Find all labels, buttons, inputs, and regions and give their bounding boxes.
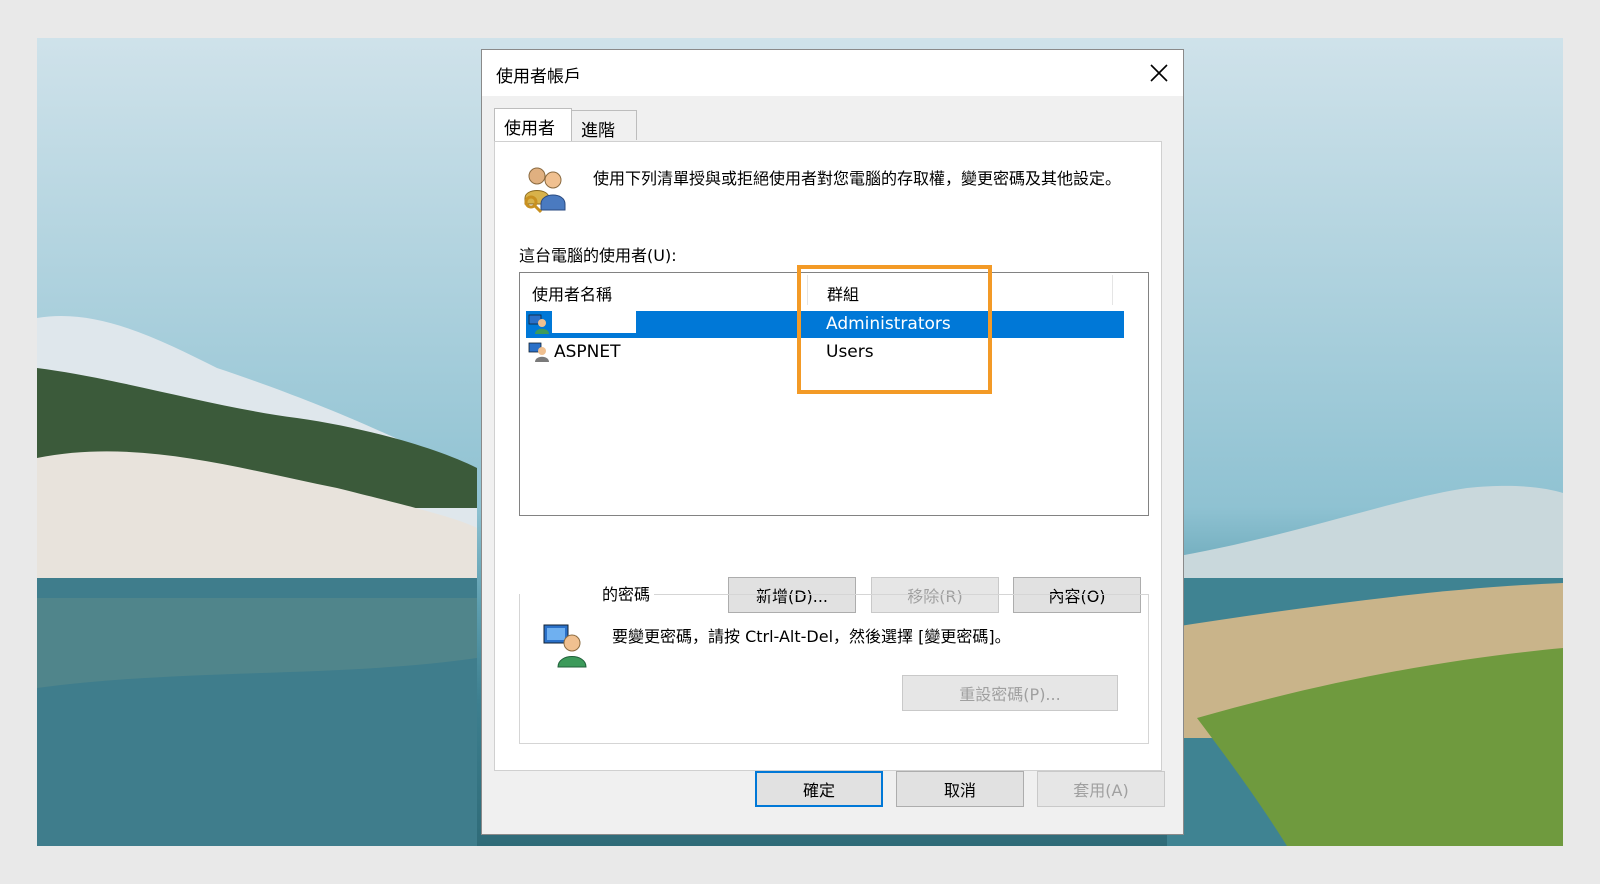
user-row-icon (528, 314, 549, 334)
user-accounts-dialog: 使用者帳戶 使用者 進階 使用下列清單授與或拒絕使用者對您電腦的存取權，變更密碼… (481, 49, 1184, 835)
redacted-legend (520, 586, 602, 605)
listview-header: 使用者名稱 群組 (520, 273, 1148, 309)
user-row-icon (528, 342, 549, 362)
password-instructions: 要變更密碼，請按 Ctrl-Alt-Del，然後選擇 [變更密碼]。 (612, 627, 1011, 646)
users-listview[interactable]: 使用者名稱 群組 Administrators ASPNET Users (519, 272, 1149, 516)
row-username: ASPNET (554, 342, 621, 362)
column-header-group[interactable]: 群組 (827, 281, 859, 305)
table-row[interactable]: ASPNET Users (526, 339, 1124, 366)
dialog-title: 使用者帳戶 (496, 67, 581, 87)
user-password-icon (543, 624, 587, 668)
title-bar[interactable]: 使用者帳戶 (482, 50, 1183, 96)
reset-password-button[interactable]: 重設密碼(P)... (902, 675, 1118, 711)
ok-button[interactable]: 確定 (755, 771, 883, 807)
column-separator[interactable] (1112, 275, 1113, 305)
row-group: Administrators (826, 314, 951, 334)
tab-users[interactable]: 使用者 (494, 108, 572, 141)
close-button[interactable] (1135, 50, 1183, 96)
password-group: 的密碼 要變更密碼，請按 Ctrl-Alt-Del，然後選擇 [變更密碼]。 重… (519, 581, 1149, 744)
close-icon (1150, 64, 1168, 82)
users-icon (524, 167, 566, 214)
row-group: Users (826, 342, 874, 362)
cancel-button[interactable]: 取消 (896, 771, 1024, 807)
column-separator[interactable] (807, 275, 808, 305)
tab-advanced[interactable]: 進階 (571, 110, 637, 141)
password-group-legend: 的密碼 (520, 581, 655, 605)
table-row[interactable]: Administrators (526, 311, 1124, 338)
column-header-username[interactable]: 使用者名稱 (532, 281, 612, 305)
redacted-username (552, 311, 636, 333)
apply-button[interactable]: 套用(A) (1037, 771, 1165, 807)
dialog-description: 使用下列清單授與或拒絕使用者對您電腦的存取權，變更密碼及其他設定。 (593, 169, 1122, 188)
users-list-label: 這台電腦的使用者(U): (519, 246, 677, 265)
users-tab-panel: 使用下列清單授與或拒絕使用者對您電腦的存取權，變更密碼及其他設定。 這台電腦的使… (494, 141, 1162, 771)
